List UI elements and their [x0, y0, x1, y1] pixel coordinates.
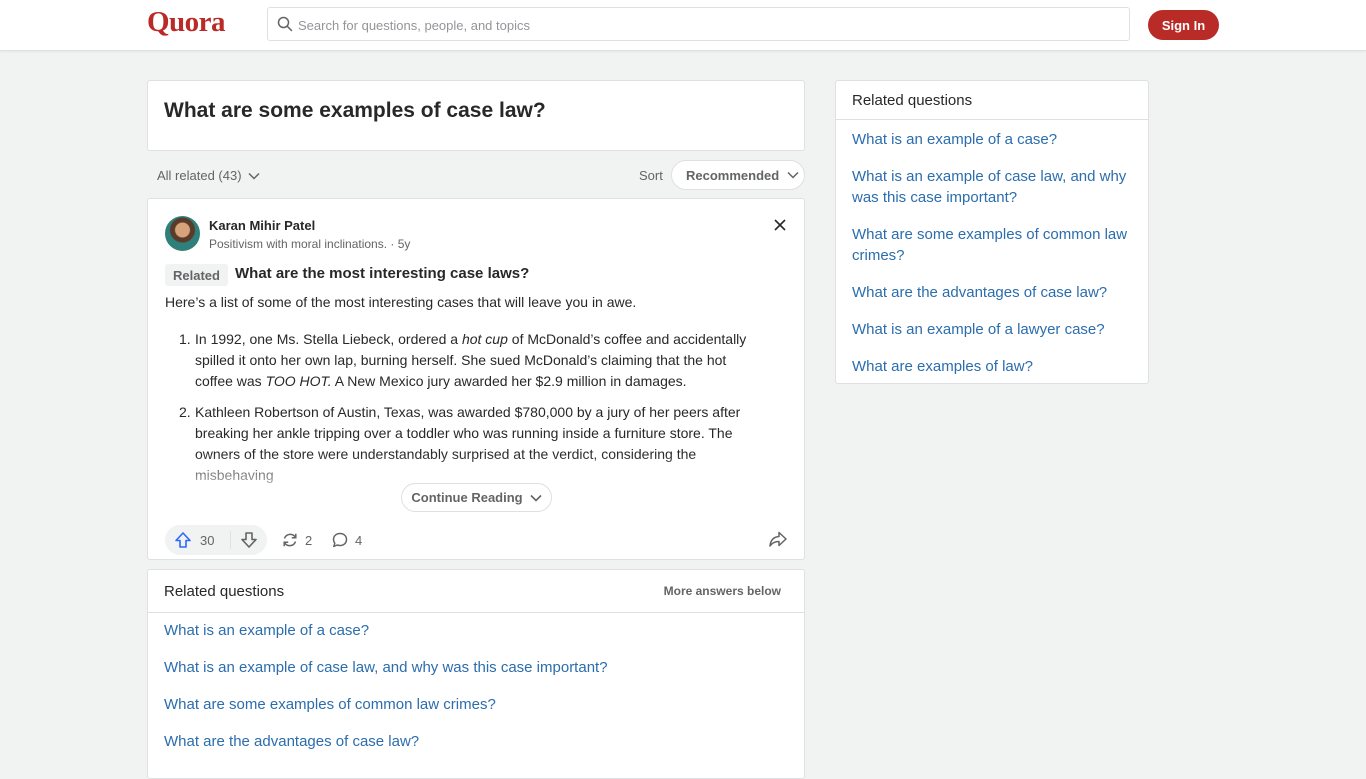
list-item[interactable]: What are some examples of common law cri…: [164, 696, 608, 733]
emphasis-text: TOO HOT.: [265, 373, 332, 389]
search-input[interactable]: [296, 8, 1120, 42]
list-item[interactable]: What is an example of a case?: [164, 622, 608, 659]
related-question-link[interactable]: What is an example of a case?: [164, 622, 369, 639]
continue-reading-label: Continue Reading: [411, 490, 523, 505]
emphasis-text: hot cup: [461, 331, 508, 347]
share-icon[interactable]: [768, 529, 788, 549]
vote-group: 30: [165, 525, 267, 555]
comment-button[interactable]: 4: [331, 531, 362, 549]
related-questions-card: Related questions More answers below Wha…: [147, 569, 805, 779]
sidebar-related-link[interactable]: What are examples of law?: [852, 356, 1137, 377]
sidebar-related-link[interactable]: What are some examples of common law cri…: [852, 224, 1137, 266]
upvote-count: 30: [200, 532, 215, 548]
chevron-down-icon: [248, 172, 260, 180]
search-icon: [277, 16, 293, 32]
related-question-link[interactable]: What are some examples of common law cri…: [164, 696, 496, 713]
sign-in-button[interactable]: Sign In: [1148, 10, 1219, 40]
continue-reading-button[interactable]: Continue Reading: [401, 483, 552, 512]
sidebar-related-list: What is an example of a case? What is an…: [852, 129, 1137, 393]
sidebar-related-link[interactable]: What is an example of a lawyer case?: [852, 319, 1137, 340]
avatar[interactable]: [165, 216, 200, 251]
author-name[interactable]: Karan Mihir Patel: [209, 218, 315, 233]
comment-icon: [331, 531, 349, 549]
share-count-button[interactable]: 2: [281, 531, 312, 549]
chevron-down-icon: [787, 171, 799, 179]
list-item[interactable]: What are the advantages of case law?: [164, 733, 608, 770]
list-number: 1.: [179, 331, 191, 347]
related-questions-list: What is an example of a case? What is an…: [164, 622, 608, 770]
search-box[interactable]: [267, 7, 1130, 42]
list-item[interactable]: What is an example of case law, and why …: [164, 659, 608, 696]
author-credential: Positivism with moral inclinations. · 5y: [209, 237, 411, 251]
quora-logo[interactable]: Quora: [147, 6, 226, 39]
related-question-link[interactable]: What are the advantages of case law?: [164, 733, 419, 750]
list-item: 1. In 1992, one Ms. Stella Liebeck, order…: [165, 329, 750, 392]
reshare-icon: [281, 531, 299, 549]
chevron-down-icon: [530, 494, 542, 502]
related-questions-heading: Related questions: [164, 583, 285, 600]
related-question-link[interactable]: What is an example of case law, and why …: [164, 659, 608, 676]
related-tag: Related: [165, 264, 228, 286]
list-item: 2. Kathleen Robertson of Austin, Texas, w…: [165, 402, 750, 486]
sidebar-related-link[interactable]: What is an example of a case?: [852, 129, 1137, 150]
sidebar-related-heading: Related questions: [852, 92, 973, 109]
question-card: What are some examples of case law?: [147, 80, 805, 151]
text-segment: In 1992, one Ms. Stella Liebeck, ordered…: [195, 331, 462, 347]
related-question-title[interactable]: What are the most interesting case laws?: [235, 265, 529, 282]
sidebar-related-link[interactable]: What is an example of case law, and why …: [852, 166, 1137, 208]
sidebar-related-link[interactable]: What are the advantages of case law?: [852, 282, 1137, 303]
reshare-count: 2: [305, 532, 313, 548]
list-number: 2.: [179, 404, 191, 420]
top-navigation-bar: Quora Sign In: [0, 0, 1366, 51]
answer-card: Karan Mihir Patel Positivism with moral …: [147, 198, 805, 560]
sort-dropdown[interactable]: Recommended: [671, 160, 805, 190]
answer-intro: Here’s a list of some of the most intere…: [165, 294, 637, 310]
sort-label: Sort: [639, 168, 663, 183]
answer-list: 1. In 1992, one Ms. Stella Liebeck, order…: [165, 329, 750, 496]
all-related-dropdown[interactable]: All related (43): [157, 168, 260, 183]
all-related-label: All related (43): [157, 168, 242, 183]
upvote-arrow-icon: [174, 531, 192, 549]
text-segment: A New Mexico jury awarded her $2.9 milli…: [331, 373, 687, 389]
sidebar-related-header: Related questions: [836, 81, 1148, 120]
answer-filter-row: All related (43) Sort Recommended: [147, 160, 805, 192]
upvote-button[interactable]: 30: [165, 525, 230, 555]
downvote-button[interactable]: [231, 525, 267, 555]
text-segment: Kathleen Robertson of Austin, Texas, was…: [195, 404, 741, 483]
more-answers-below-link[interactable]: More answers below: [664, 584, 781, 598]
page-title: What are some examples of case law?: [164, 99, 546, 122]
sort-value: Recommended: [686, 167, 780, 183]
sidebar-related-questions-card: Related questions What is an example of …: [835, 80, 1149, 384]
downvote-arrow-icon: [240, 531, 258, 549]
close-icon[interactable]: [772, 217, 788, 233]
related-questions-header: Related questions More answers below: [148, 570, 804, 613]
comment-count: 4: [355, 532, 363, 548]
